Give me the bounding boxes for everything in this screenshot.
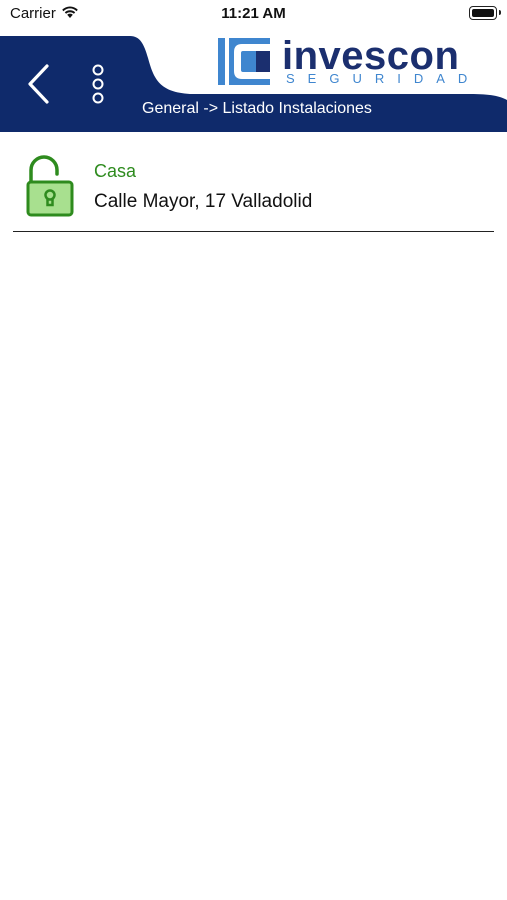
back-button[interactable] xyxy=(20,58,60,110)
status-bar: Carrier 11:21 AM xyxy=(0,0,507,28)
invescon-logo: invescon SEGURIDAD xyxy=(216,34,472,92)
battery-icon xyxy=(469,6,501,20)
app-header: invescon SEGURIDAD General -> Listado In… xyxy=(0,34,507,132)
breadcrumb: General -> Listado Instalaciones xyxy=(142,100,372,117)
logo-tagline: SEGURIDAD xyxy=(286,71,481,86)
more-options-button[interactable] xyxy=(84,60,112,108)
chevron-left-icon xyxy=(28,64,49,104)
unlocked-padlock-icon xyxy=(26,155,74,217)
more-vertical-icon xyxy=(92,64,104,104)
installation-name: Casa xyxy=(94,161,137,181)
logo-mark-icon xyxy=(218,38,270,85)
installation-row[interactable]: Casa Calle Mayor, 17 Valladolid xyxy=(13,148,494,232)
clock: 11:21 AM xyxy=(221,5,286,22)
installations-list: Casa Calle Mayor, 17 Valladolid xyxy=(0,148,507,232)
installation-address: Calle Mayor, 17 Valladolid xyxy=(94,191,313,212)
